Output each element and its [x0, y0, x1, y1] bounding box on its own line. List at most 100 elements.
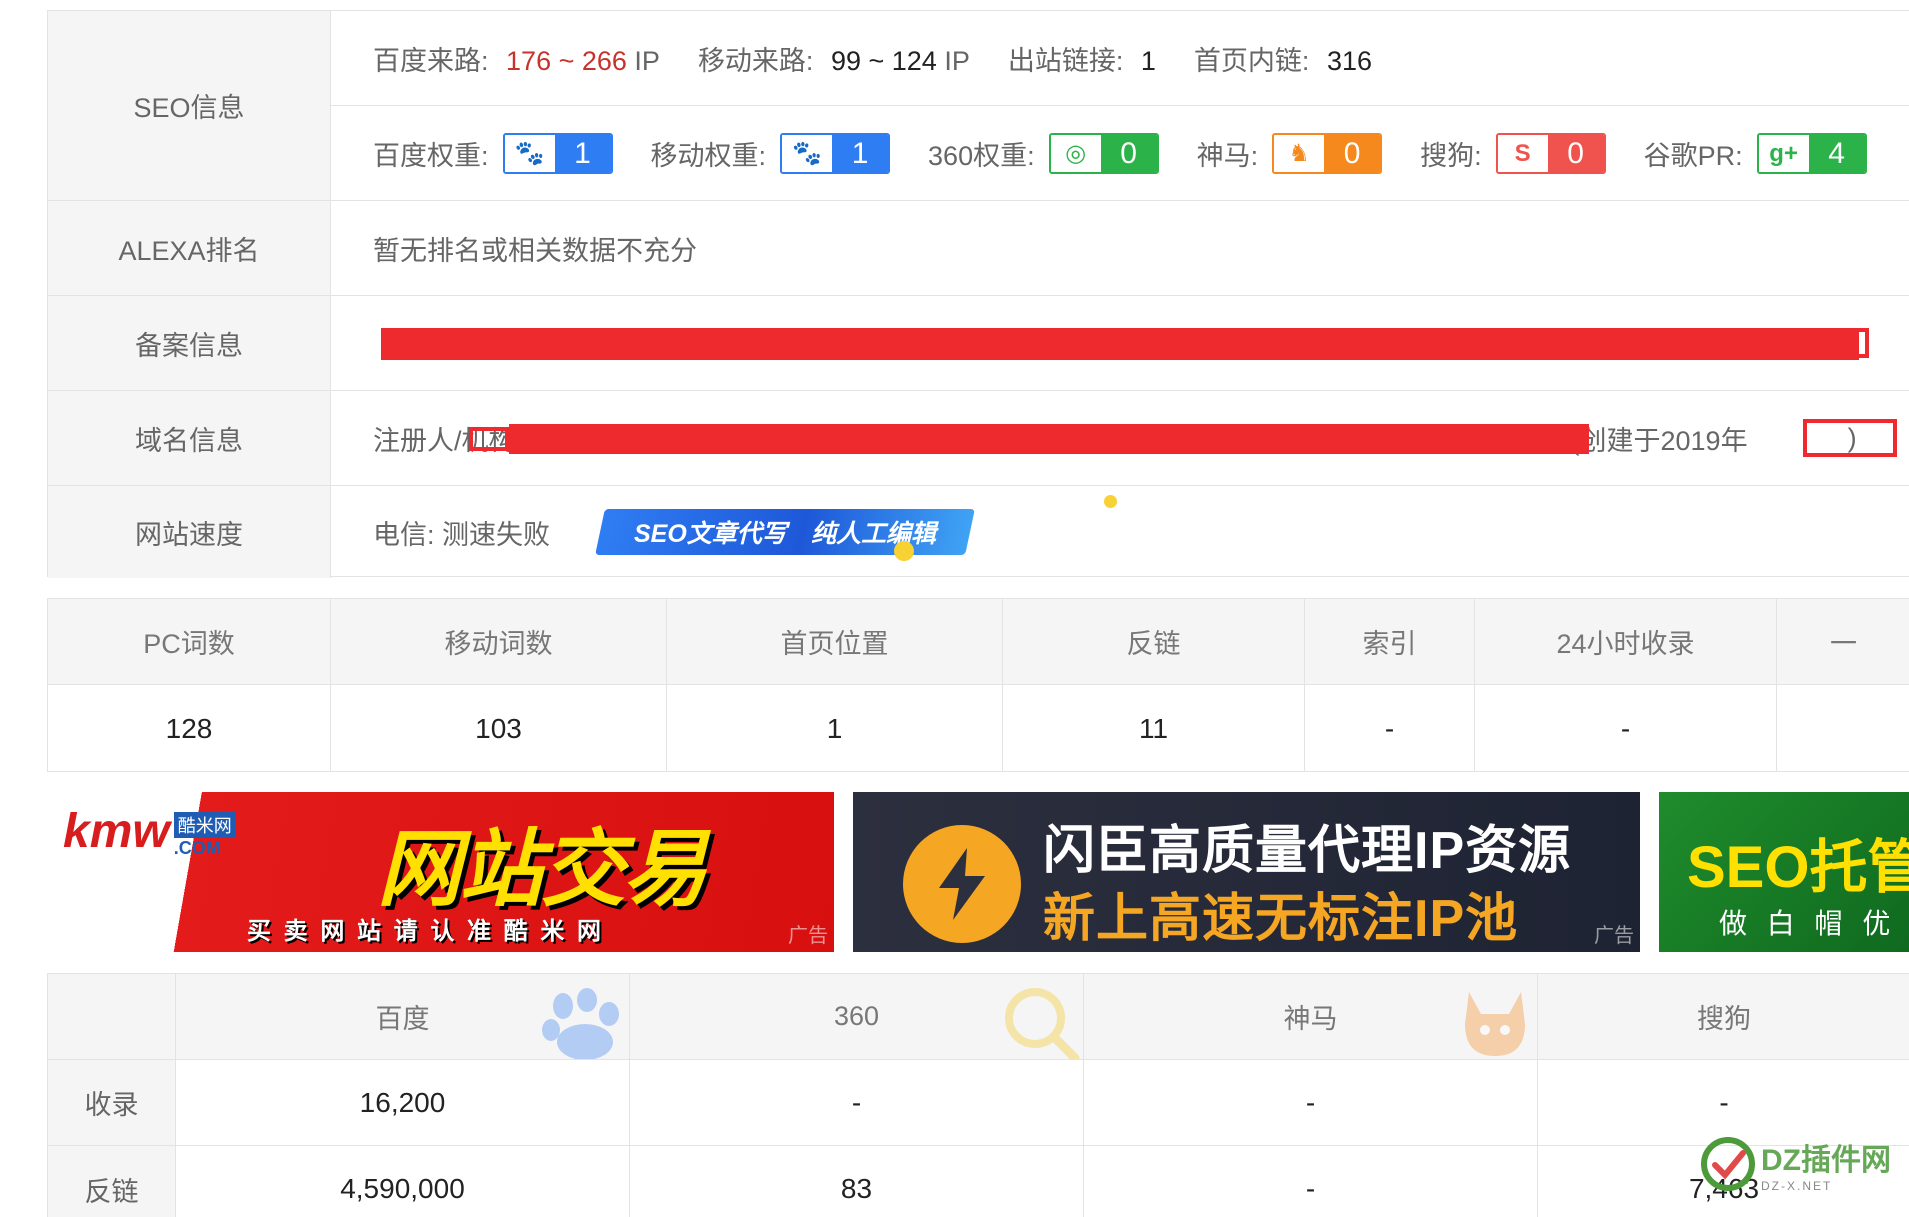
domain-created: (创建于2019年	[1570, 425, 1748, 456]
weight-badge[interactable]: g+ 4	[1756, 133, 1867, 174]
google-plus-icon: g+	[1758, 135, 1809, 172]
domain-value: 注册人/机构 (创建于2019年 )	[331, 391, 1909, 485]
stats-header: 一	[1777, 599, 1909, 685]
baidu-traffic-value: 176 ~ 266	[506, 45, 627, 76]
ad-dot-decoration	[894, 541, 914, 561]
engine-header-sogou: 搜狗	[1538, 974, 1909, 1060]
redaction-bar	[509, 424, 1589, 454]
watermark-check-icon	[1701, 1137, 1755, 1191]
indexed-sogou: -	[1538, 1060, 1909, 1146]
traffic-line: 百度来路: 176 ~ 266 IP 移动来路: 99 ~ 124 IP 出站链…	[331, 11, 1909, 106]
speed-label: 网站速度	[48, 486, 331, 578]
speed-row: 网站速度 电信: 测速失败 SEO文章代写 纯人工编辑	[48, 486, 1909, 578]
kmw-ad-subtitle: 买 卖 网 站 请 认 准 酷 米 网	[247, 918, 605, 945]
speed-value: 电信: 测速失败 SEO文章代写 纯人工编辑	[331, 486, 1909, 578]
weight-item: 百度权重: 🐾 1	[373, 133, 613, 174]
stats-value: 128	[48, 685, 331, 772]
ad-dot-decoration	[1104, 495, 1117, 508]
beian-value	[331, 296, 1909, 390]
indexed-360: -	[630, 1060, 1084, 1146]
stats-header: 移动词数	[331, 599, 667, 685]
weight-item: 移动权重: 🐾 1	[651, 133, 891, 174]
sogou-icon: S	[1497, 135, 1548, 172]
weight-badge[interactable]: S0	[1495, 133, 1606, 174]
engine-stats-table: 百度 360 神马 搜狗 收录 16,200 - - - 反链 4,590,00…	[47, 973, 1909, 1217]
proxy-ad-line1: 闪臣高质量代理IP资源	[1043, 822, 1572, 880]
kmw-ad-banner[interactable]: kmw 酷米网 .COM 网站交易 买 卖 网 站 请 认 准 酷 米 网 广告	[47, 792, 834, 952]
seo-hosting-ad-title: SEO托管	[1687, 835, 1909, 900]
weight-badge[interactable]: ◎ 0	[1048, 133, 1159, 174]
ad-tag: 广告	[1594, 925, 1634, 947]
stats-value: 1	[667, 685, 1003, 772]
engine-header-shenma: 神马	[1084, 974, 1538, 1060]
shenma-horse-icon	[1465, 992, 1525, 1056]
stats-header: 索引	[1305, 599, 1475, 685]
alexa-label: ALEXA排名	[48, 201, 331, 295]
speed-result: 电信: 测速失败	[373, 519, 551, 550]
shenma-icon: ♞	[1274, 135, 1325, 172]
homepage-internal-links-value: 316	[1326, 45, 1373, 76]
stats-value	[1777, 685, 1909, 772]
site-watermark: DZ插件网 DZ-X.NET	[1699, 1135, 1891, 1193]
redaction-box	[469, 427, 509, 451]
360-icon: ◎	[1050, 135, 1101, 172]
stats-header: PC词数	[48, 599, 331, 685]
seo-writing-ad[interactable]: SEO文章代写 纯人工编辑	[595, 509, 975, 555]
mobile-paw-icon: 🐾	[782, 135, 833, 172]
backlinks-shenma: -	[1084, 1146, 1538, 1217]
weight-badge[interactable]: ♞ 0	[1272, 133, 1383, 174]
weight-item: 谷歌PR: g+ 4	[1644, 133, 1867, 174]
seo-hosting-ad-subtitle: 做 白 帽 优	[1719, 908, 1897, 939]
360-search-icon	[1005, 988, 1080, 1059]
alexa-row: ALEXA排名 暂无排名或相关数据不充分	[48, 201, 1909, 296]
stats-value: -	[1305, 685, 1475, 772]
backlinks-baidu: 4,590,000	[176, 1146, 630, 1217]
alexa-value: 暂无排名或相关数据不充分	[373, 235, 697, 266]
mobile-traffic: 移动来路: 99 ~ 124 IP	[697, 45, 970, 76]
homepage-internal-links: 首页内链: 316	[1193, 45, 1373, 76]
kmw-logo: kmw 酷米网 .COM	[63, 804, 236, 859]
lightning-icon	[903, 825, 1021, 943]
redaction-bar	[381, 328, 1859, 360]
keyword-stats-table: PC词数 128 移动词数 103 首页位置 1 反链 11 索引 -24小时收录 - 一	[47, 598, 1909, 772]
engine-header-baidu: 百度	[176, 974, 630, 1060]
stats-header: 首页位置	[667, 599, 1003, 685]
redaction-box	[1851, 328, 1869, 358]
stats-value: 103	[331, 685, 667, 772]
weight-item: 搜狗: S 0	[1420, 133, 1606, 174]
weights-line: 百度权重: 🐾 1 移动权重: 🐾 1 360权重: ◎ 0 神马: ♞ 0 搜狗: S 0 谷歌PR: g+ 4	[331, 106, 1909, 201]
baidu-traffic: 百度来路: 176 ~ 266 IP	[373, 45, 660, 76]
beian-label: 备案信息	[48, 296, 331, 390]
domain-row: 域名信息 注册人/机构 (创建于2019年 )	[48, 391, 1909, 486]
row-label-backlinks: 反链	[48, 1146, 176, 1217]
engine-header-360: 360	[630, 974, 1084, 1060]
seo-info-row: SEO信息 百度来路: 176 ~ 266 IP 移动来路: 99 ~ 124 …	[48, 11, 1909, 201]
weight-badge[interactable]: 🐾 1	[502, 133, 613, 174]
row-label-indexed: 收录	[48, 1060, 176, 1146]
baidu-paw-icon: 🐾	[504, 135, 555, 172]
weight-item: 神马: ♞ 0	[1197, 133, 1383, 174]
stats-value: -	[1475, 685, 1777, 772]
stats-value: 11	[1003, 685, 1305, 772]
proxy-ip-ad-banner[interactable]: 闪臣高质量代理IP资源 新上高速无标注IP池 广告	[853, 792, 1640, 952]
engine-table-corner	[48, 974, 176, 1060]
redaction-box	[1803, 419, 1897, 457]
seo-info-table: SEO信息 百度来路: 176 ~ 266 IP 移动来路: 99 ~ 124 …	[47, 10, 1909, 578]
outbound-links-value: 1	[1140, 45, 1156, 76]
indexed-baidu: 16,200	[176, 1060, 630, 1146]
baidu-paw-icon	[542, 988, 619, 1059]
domain-label: 域名信息	[48, 391, 331, 485]
outbound-links: 出站链接: 1	[1007, 45, 1156, 76]
kmw-ad-title: 网站交易	[377, 822, 707, 916]
stats-header: 24小时收录	[1475, 599, 1777, 685]
weight-badge[interactable]: 🐾 1	[780, 133, 891, 174]
seo-hosting-ad-banner[interactable]: SEO托管 做 白 帽 优	[1659, 792, 1909, 952]
backlinks-360: 83	[630, 1146, 1084, 1217]
indexed-shenma: -	[1084, 1060, 1538, 1146]
weight-item: 360权重: ◎ 0	[928, 133, 1159, 174]
seo-info-label: SEO信息	[48, 11, 331, 200]
proxy-ad-line2: 新上高速无标注IP池	[1043, 890, 1519, 948]
stats-header: 反链	[1003, 599, 1305, 685]
ad-tag: 广告	[788, 925, 828, 947]
beian-row: 备案信息	[48, 296, 1909, 391]
